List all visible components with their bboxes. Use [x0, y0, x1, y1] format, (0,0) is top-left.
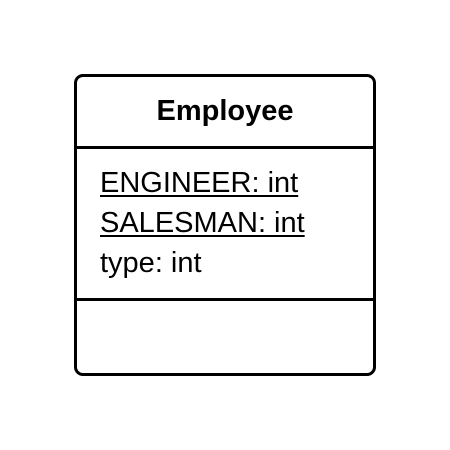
- class-name: Employee: [156, 95, 294, 127]
- operations-compartment: [77, 301, 373, 373]
- class-name-compartment: Employee: [77, 77, 373, 149]
- attribute-engineer: ENGINEER: int: [100, 167, 299, 199]
- attributes-compartment: ENGINEER: int SALESMAN: int type: int: [77, 149, 373, 301]
- uml-class-employee: Employee ENGINEER: int SALESMAN: int typ…: [74, 74, 376, 376]
- attribute-type: type: int: [100, 247, 202, 279]
- attribute-salesman: SALESMAN: int: [100, 207, 305, 239]
